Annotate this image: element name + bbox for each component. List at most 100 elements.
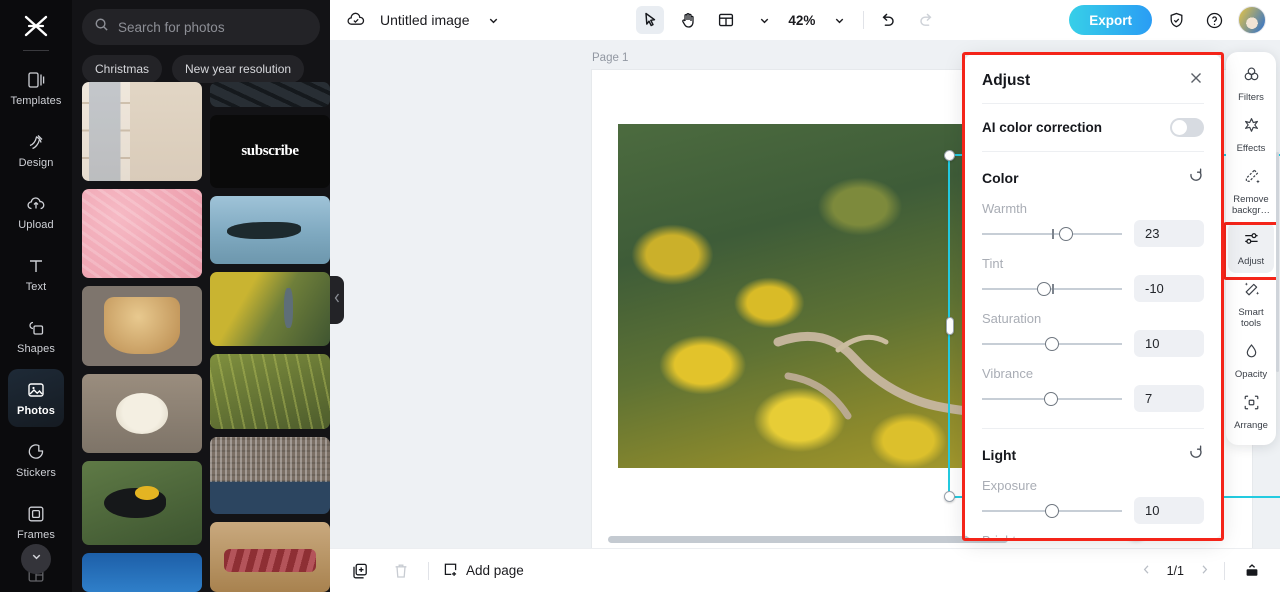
saturation-slider[interactable] [982,334,1122,354]
photo-thumb-oriole-bird[interactable] [82,461,202,545]
design-icon [26,132,46,152]
exposure-value[interactable]: 10 [1134,497,1204,524]
document-title[interactable]: Untitled image [380,12,470,28]
photo-thumb-salami-bread[interactable] [210,522,330,592]
zoom-level-value[interactable]: 42% [788,13,815,28]
chip-new-year-resolution[interactable]: New year resolution [172,55,305,83]
search-input[interactable]: Search for photos [82,9,320,45]
stickers-icon [26,442,46,462]
photo-thumb-coastal-city[interactable] [210,437,330,515]
layout-chevron-down-icon[interactable] [750,6,778,34]
photo-thumb-keyboard[interactable] [210,82,330,108]
slider-knob[interactable] [1045,503,1059,518]
chevron-down-icon [30,550,43,568]
tool-filters[interactable]: Filters [1228,58,1274,109]
tint-slider[interactable] [982,279,1122,299]
bottom-separator-2 [1224,561,1225,580]
capcut-logo-icon[interactable] [0,6,72,46]
tint-field: Tint -10 [964,247,1222,302]
ai-color-correction-toggle[interactable] [1170,118,1204,137]
panel-collapse-handle[interactable] [330,276,344,324]
brightness-field: Brightness [964,524,1222,539]
search-icon [94,17,109,37]
tint-value[interactable]: -10 [1134,275,1204,302]
duplicate-page-button[interactable] [346,557,374,585]
saturation-value[interactable]: 10 [1134,330,1204,357]
layout-tool-button[interactable] [712,6,740,34]
sidebar-item-design[interactable]: Design [8,121,64,179]
prev-page-button[interactable] [1140,563,1153,579]
slider-knob[interactable] [1045,336,1059,351]
photo-thumb-reed-bird[interactable] [210,353,330,430]
left-sidebar: Templates Design Upload Text Shapes Phot… [0,0,72,592]
close-icon[interactable] [1188,70,1204,91]
undo-button[interactable] [874,6,902,34]
delete-page-button[interactable] [387,557,415,585]
redo-button[interactable] [912,6,940,34]
top-toolbar: Untitled image 42% Export [330,0,1280,40]
saturation-slider-row: 10 [982,330,1204,357]
photo-thumb-hummus-bowl[interactable] [82,374,202,454]
sidebar-item-text[interactable]: Text [8,245,64,303]
warmth-value[interactable]: 23 [1134,220,1204,247]
tool-smart-tools[interactable]: Smart tools [1228,273,1274,335]
slider-knob[interactable] [1043,391,1058,406]
photo-thumb-heron-branch[interactable] [210,271,330,346]
slider-center-tick [1052,283,1054,294]
canvas-horizontal-scrollbar[interactable] [608,536,1008,543]
cloud-saved-icon[interactable] [342,6,370,34]
add-page-button[interactable]: Add page [442,561,524,581]
color-reset-icon[interactable] [1188,167,1204,188]
photo-thumb-closet[interactable] [82,82,202,182]
exposure-label: Exposure [982,478,1037,493]
sidebar-item-templates[interactable]: Templates [8,59,64,117]
vibrance-value[interactable]: 7 [1134,385,1204,412]
text-icon [26,256,46,276]
select-tool-button[interactable] [636,6,665,34]
sidebar-item-label: Design [18,156,54,169]
sidebar-item-stickers[interactable]: Stickers [8,431,64,489]
title-chevron-down-icon[interactable] [480,6,508,34]
photo-thumb-cormorant[interactable] [210,196,330,264]
sidebar-expand-button[interactable] [21,544,51,574]
export-button[interactable]: Export [1069,5,1153,35]
ai-color-correction-row: AI color correction [964,104,1222,151]
right-toolbar-scrollbar[interactable] [1276,152,1279,372]
avatar[interactable] [1238,6,1267,34]
templates-icon [26,70,46,90]
photo-thumb-subscribe[interactable]: subscribe [210,115,330,189]
present-button[interactable] [1238,557,1266,585]
chevron-left-icon [333,291,341,309]
tool-adjust[interactable]: Adjust [1228,222,1274,273]
vibrance-slider[interactable] [982,389,1122,409]
photo-thumb-bread-basket[interactable] [82,285,202,367]
next-page-button[interactable] [1198,563,1211,579]
sidebar-item-upload[interactable]: Upload [8,183,64,241]
slider-knob[interactable] [1059,226,1073,241]
hand-tool-button[interactable] [674,6,702,34]
adjust-panel-title: Adjust [982,71,1031,89]
add-page-icon [442,561,459,581]
sidebar-item-frames[interactable]: Frames [8,493,64,551]
zoom-chevron-down-icon[interactable] [825,6,853,34]
tool-effects[interactable]: Effects [1228,109,1274,160]
tool-arrange[interactable]: Arrange [1228,386,1274,437]
sidebar-item-label: Photos [17,404,55,417]
tool-remove-background[interactable]: Remove backgr… [1228,160,1274,222]
exposure-slider[interactable] [982,501,1122,521]
chip-christmas[interactable]: Christmas [82,55,163,83]
shield-check-icon[interactable] [1162,6,1190,34]
tool-opacity[interactable]: Opacity [1228,335,1274,386]
adjust-panel: Adjust AI color correction Color Warmth … [964,54,1222,539]
light-reset-icon[interactable] [1188,444,1204,465]
sidebar-item-photos[interactable]: Photos [8,369,64,427]
sidebar-item-shapes[interactable]: Shapes [8,307,64,365]
warmth-slider[interactable] [982,224,1122,244]
ai-color-correction-label: AI color correction [982,120,1103,135]
photo-thumb-pink-texture[interactable] [82,189,202,278]
help-circle-icon[interactable] [1200,6,1228,34]
tool-label: Adjust [1237,256,1265,267]
photo-thumb-blue[interactable] [82,552,202,592]
slider-knob[interactable] [1036,281,1051,296]
upload-cloud-icon [26,194,46,214]
